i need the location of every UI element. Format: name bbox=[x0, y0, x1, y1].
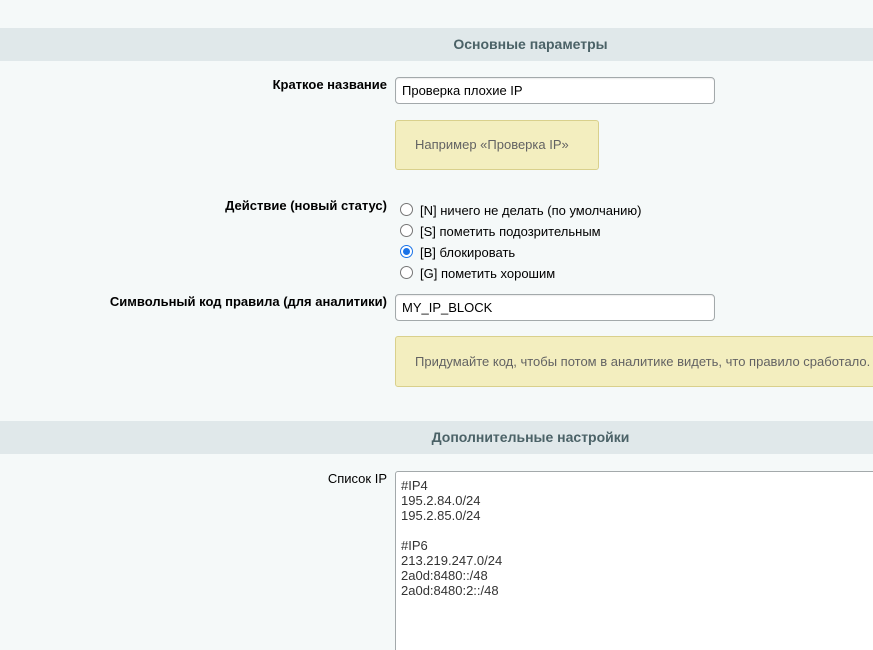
rule-code-label: Символьный код правила (для аналитики) bbox=[109, 294, 387, 309]
settings-form: Основные параметры Краткое название Пров… bbox=[0, 0, 873, 650]
action-option-label: [S] пометить подозрительным bbox=[420, 224, 601, 239]
radio-button-checked[interactable] bbox=[400, 245, 413, 258]
action-option-label: [B] блокировать bbox=[420, 245, 516, 260]
ip-list-line: 195.2.84.0/24 bbox=[401, 493, 481, 508]
action-option-b[interactable]: [B] блокировать bbox=[399, 242, 642, 263]
radio-button[interactable] bbox=[400, 224, 413, 237]
short-name-hint: Например «Проверка IP» bbox=[395, 120, 599, 170]
action-radio-group: [N] ничего не делать (по умолчанию) [S] … bbox=[399, 200, 642, 284]
action-option-g[interactable]: [G] пометить хорошим bbox=[399, 263, 642, 284]
section-title-main: Основные параметры bbox=[453, 36, 608, 52]
ip-list-line: 213.219.247.0/24 bbox=[401, 553, 503, 568]
action-option-label: [G] пометить хорошим bbox=[420, 266, 556, 281]
ip-list-line: #IP6 bbox=[401, 538, 428, 553]
action-option-label: [N] ничего не делать (по умолчанию) bbox=[420, 203, 642, 218]
section-title-extra: Дополнительные настройки bbox=[431, 429, 630, 445]
rule-code-input[interactable]: MY_IP_BLOCK bbox=[395, 294, 715, 321]
ip-list-textarea[interactable]: #IP4 195.2.84.0/24 195.2.85.0/24 #IP6 21… bbox=[395, 471, 873, 650]
action-option-s[interactable]: [S] пометить подозрительным bbox=[399, 221, 642, 242]
ip-list-line: 2a0d:8480::/48 bbox=[401, 568, 488, 583]
ip-list-line bbox=[401, 523, 873, 538]
section-header-extra: Дополнительные настройки bbox=[0, 421, 873, 454]
short-name-label: Краткое название bbox=[272, 77, 387, 92]
action-label: Действие (новый статус) bbox=[225, 198, 387, 213]
ip-list-line: #IP4 bbox=[401, 478, 428, 493]
radio-button[interactable] bbox=[400, 203, 413, 216]
section-header-main: Основные параметры bbox=[0, 28, 873, 61]
action-option-n[interactable]: [N] ничего не делать (по умолчанию) bbox=[399, 200, 642, 221]
ip-list-label: Список IP bbox=[327, 471, 387, 486]
rule-code-hint: Придумайте код, чтобы потом в аналитике … bbox=[395, 336, 873, 387]
ip-list-line: 195.2.85.0/24 bbox=[401, 508, 481, 523]
short-name-input[interactable]: Проверка плохие IP bbox=[395, 77, 715, 104]
radio-button[interactable] bbox=[400, 266, 413, 279]
ip-list-line: 2a0d:8480:2::/48 bbox=[401, 583, 499, 598]
